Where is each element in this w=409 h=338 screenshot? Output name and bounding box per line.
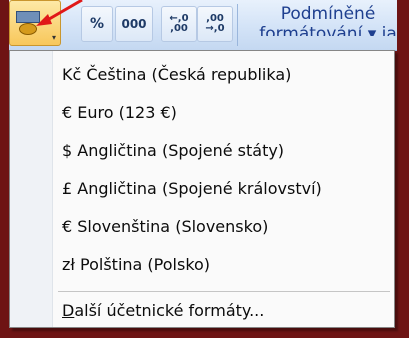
increase-decimal-button[interactable]: ←,0 ,00 [161,6,197,42]
accounting-format-dropdown-menu: Kč Čeština (Česká republika) € Euro (123… [9,50,395,328]
menu-item-english-uk[interactable]: £ Angličtina (Spojené království) [62,175,322,203]
decrease-decimal-bottom: →,0 [205,23,225,34]
comma-style-button[interactable]: 000 [115,6,153,42]
menu-item-slovak[interactable]: € Slovenština (Slovensko) [62,213,268,241]
more-formats-accelerator: D [62,301,75,320]
percent-style-button[interactable]: % [81,6,113,42]
conditional-formatting-button[interactable]: Podmíněné formátování ▾ ja [253,4,403,36]
menu-item-english-us[interactable]: $ Angličtina (Spojené státy) [62,137,284,165]
conditional-formatting-line1: Podmíněné [280,4,376,24]
ribbon-separator [237,4,238,46]
conditional-formatting-line2: formátování ▾ ja [259,24,397,36]
menu-item-euro[interactable]: € Euro (123 €) [62,99,177,127]
window-frame-right [397,0,409,338]
increase-decimal-bottom: ,00 [170,23,188,34]
dropdown-arrow-icon[interactable]: ▾ [52,33,56,42]
more-formats-label: alší účetnické formáty... [74,301,265,320]
red-pointer-arrow-icon [36,0,83,26]
decrease-decimal-button[interactable]: ,00 →,0 [197,6,233,42]
thousands-label: 000 [121,17,147,31]
menu-divider [58,291,390,292]
menu-item-polish[interactable]: zł Polština (Polsko) [62,251,210,279]
menu-item-more-formats[interactable]: Další účetnické formáty... [62,297,264,325]
menu-item-czech[interactable]: Kč Čeština (Česká republika) [62,61,291,89]
window-frame-left [0,0,9,338]
percent-label: % [89,16,105,32]
menu-icon-gutter [10,51,53,327]
